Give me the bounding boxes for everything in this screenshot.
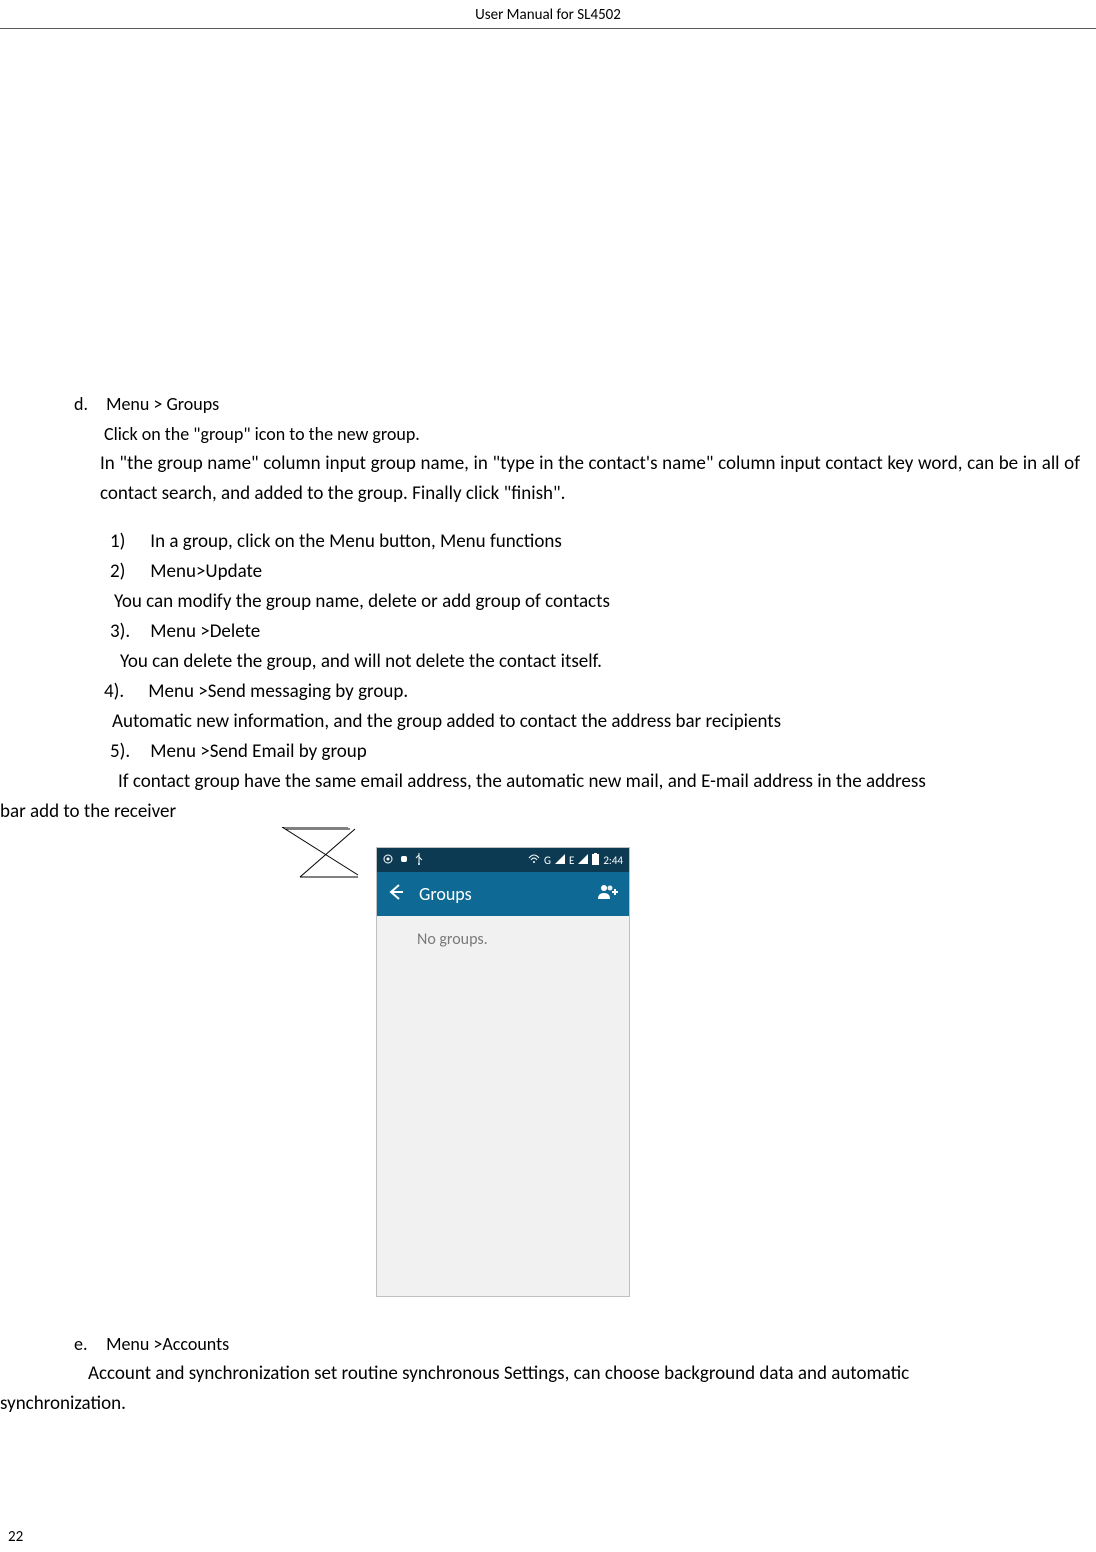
- phone-screenshot: G E 2:44: [376, 847, 630, 1297]
- doc-header-title: User Manual for SL4502: [0, 0, 1096, 28]
- list-text-3: Menu >Delete: [150, 620, 260, 643]
- signal-icon-2: [578, 854, 588, 867]
- network-g-label: G: [544, 854, 551, 867]
- list-item-5: 5). Menu >Send Email by group: [0, 737, 1086, 767]
- page: User Manual for SL4502 d. Menu > Groups …: [0, 0, 1096, 1552]
- page-number: 22: [8, 1528, 23, 1546]
- section-e-para-line1: Account and synchronization set routine …: [0, 1359, 1086, 1389]
- list-item-4: 4). Menu >Send messaging by group.: [0, 677, 1086, 707]
- section-e-heading: e. Menu >Accounts: [0, 1329, 1086, 1359]
- network-e-label: E: [569, 854, 574, 867]
- section-d-para1: In "the group name" column input group n…: [0, 449, 1086, 509]
- status-time: 2:44: [603, 854, 623, 867]
- list-num-4: 4).: [104, 677, 144, 707]
- wifi-icon: [528, 854, 540, 867]
- list-num-5: 5).: [110, 737, 146, 767]
- list-desc-1: You can modify the group name, delete or…: [0, 587, 1086, 617]
- section-d-click-line: Click on the "group" icon to the new gro…: [0, 419, 1086, 449]
- list-desc-4-line1: If contact group have the same email add…: [0, 767, 1086, 797]
- list-desc-3: Automatic new information, and the group…: [0, 707, 1086, 737]
- list-num-1: 1): [110, 527, 146, 557]
- section-d-label: d.: [74, 389, 102, 419]
- section-e-para-line2: synchronization.: [0, 1389, 1086, 1419]
- spacer: [0, 509, 1086, 527]
- phone-screenshot-wrap: G E 2:44: [0, 827, 1086, 1317]
- phone-body: No groups.: [377, 916, 629, 1296]
- status-left-icons: [383, 853, 423, 868]
- section-e-title: Menu >Accounts: [106, 1333, 229, 1355]
- app-bar-title: Groups: [419, 883, 583, 905]
- gps-icon: [383, 854, 393, 867]
- usb-icon: [415, 853, 423, 868]
- phone-status-bar: G E 2:44: [377, 848, 629, 872]
- list-item-2: 2) Menu>Update: [0, 557, 1086, 587]
- status-right-icons: G E 2:44: [528, 853, 623, 868]
- list-num-2: 2): [110, 557, 146, 587]
- list-text-5: Menu >Send Email by group: [150, 740, 366, 763]
- list-desc-2: You can delete the group, and will not d…: [0, 647, 1086, 677]
- list-text-2: Menu>Update: [150, 560, 262, 583]
- list-num-3: 3).: [110, 617, 146, 647]
- section-d-heading: d. Menu > Groups: [0, 389, 1086, 419]
- back-arrow-icon[interactable]: [387, 883, 405, 906]
- list-text-4: Menu >Send messaging by group.: [148, 680, 408, 703]
- list-text-1: In a group, click on the Menu button, Me…: [150, 530, 561, 553]
- add-group-icon[interactable]: [597, 883, 619, 906]
- battery-icon: [592, 853, 599, 868]
- signal-icon: [555, 854, 565, 867]
- section-d-title: Menu > Groups: [106, 393, 219, 415]
- bug-icon: [399, 854, 409, 867]
- list-item-1: 1) In a group, click on the Menu button,…: [0, 527, 1086, 557]
- header-rule: [0, 28, 1096, 29]
- phone-app-bar: Groups: [377, 872, 629, 916]
- section-d: d. Menu > Groups Click on the "group" ic…: [0, 389, 1086, 827]
- section-e: e. Menu >Accounts Account and synchroniz…: [0, 1329, 1086, 1419]
- no-groups-text: No groups.: [377, 930, 629, 949]
- section-e-label: e.: [74, 1329, 102, 1359]
- list-item-3: 3). Menu >Delete: [0, 617, 1086, 647]
- content: d. Menu > Groups Click on the "group" ic…: [0, 389, 1096, 1419]
